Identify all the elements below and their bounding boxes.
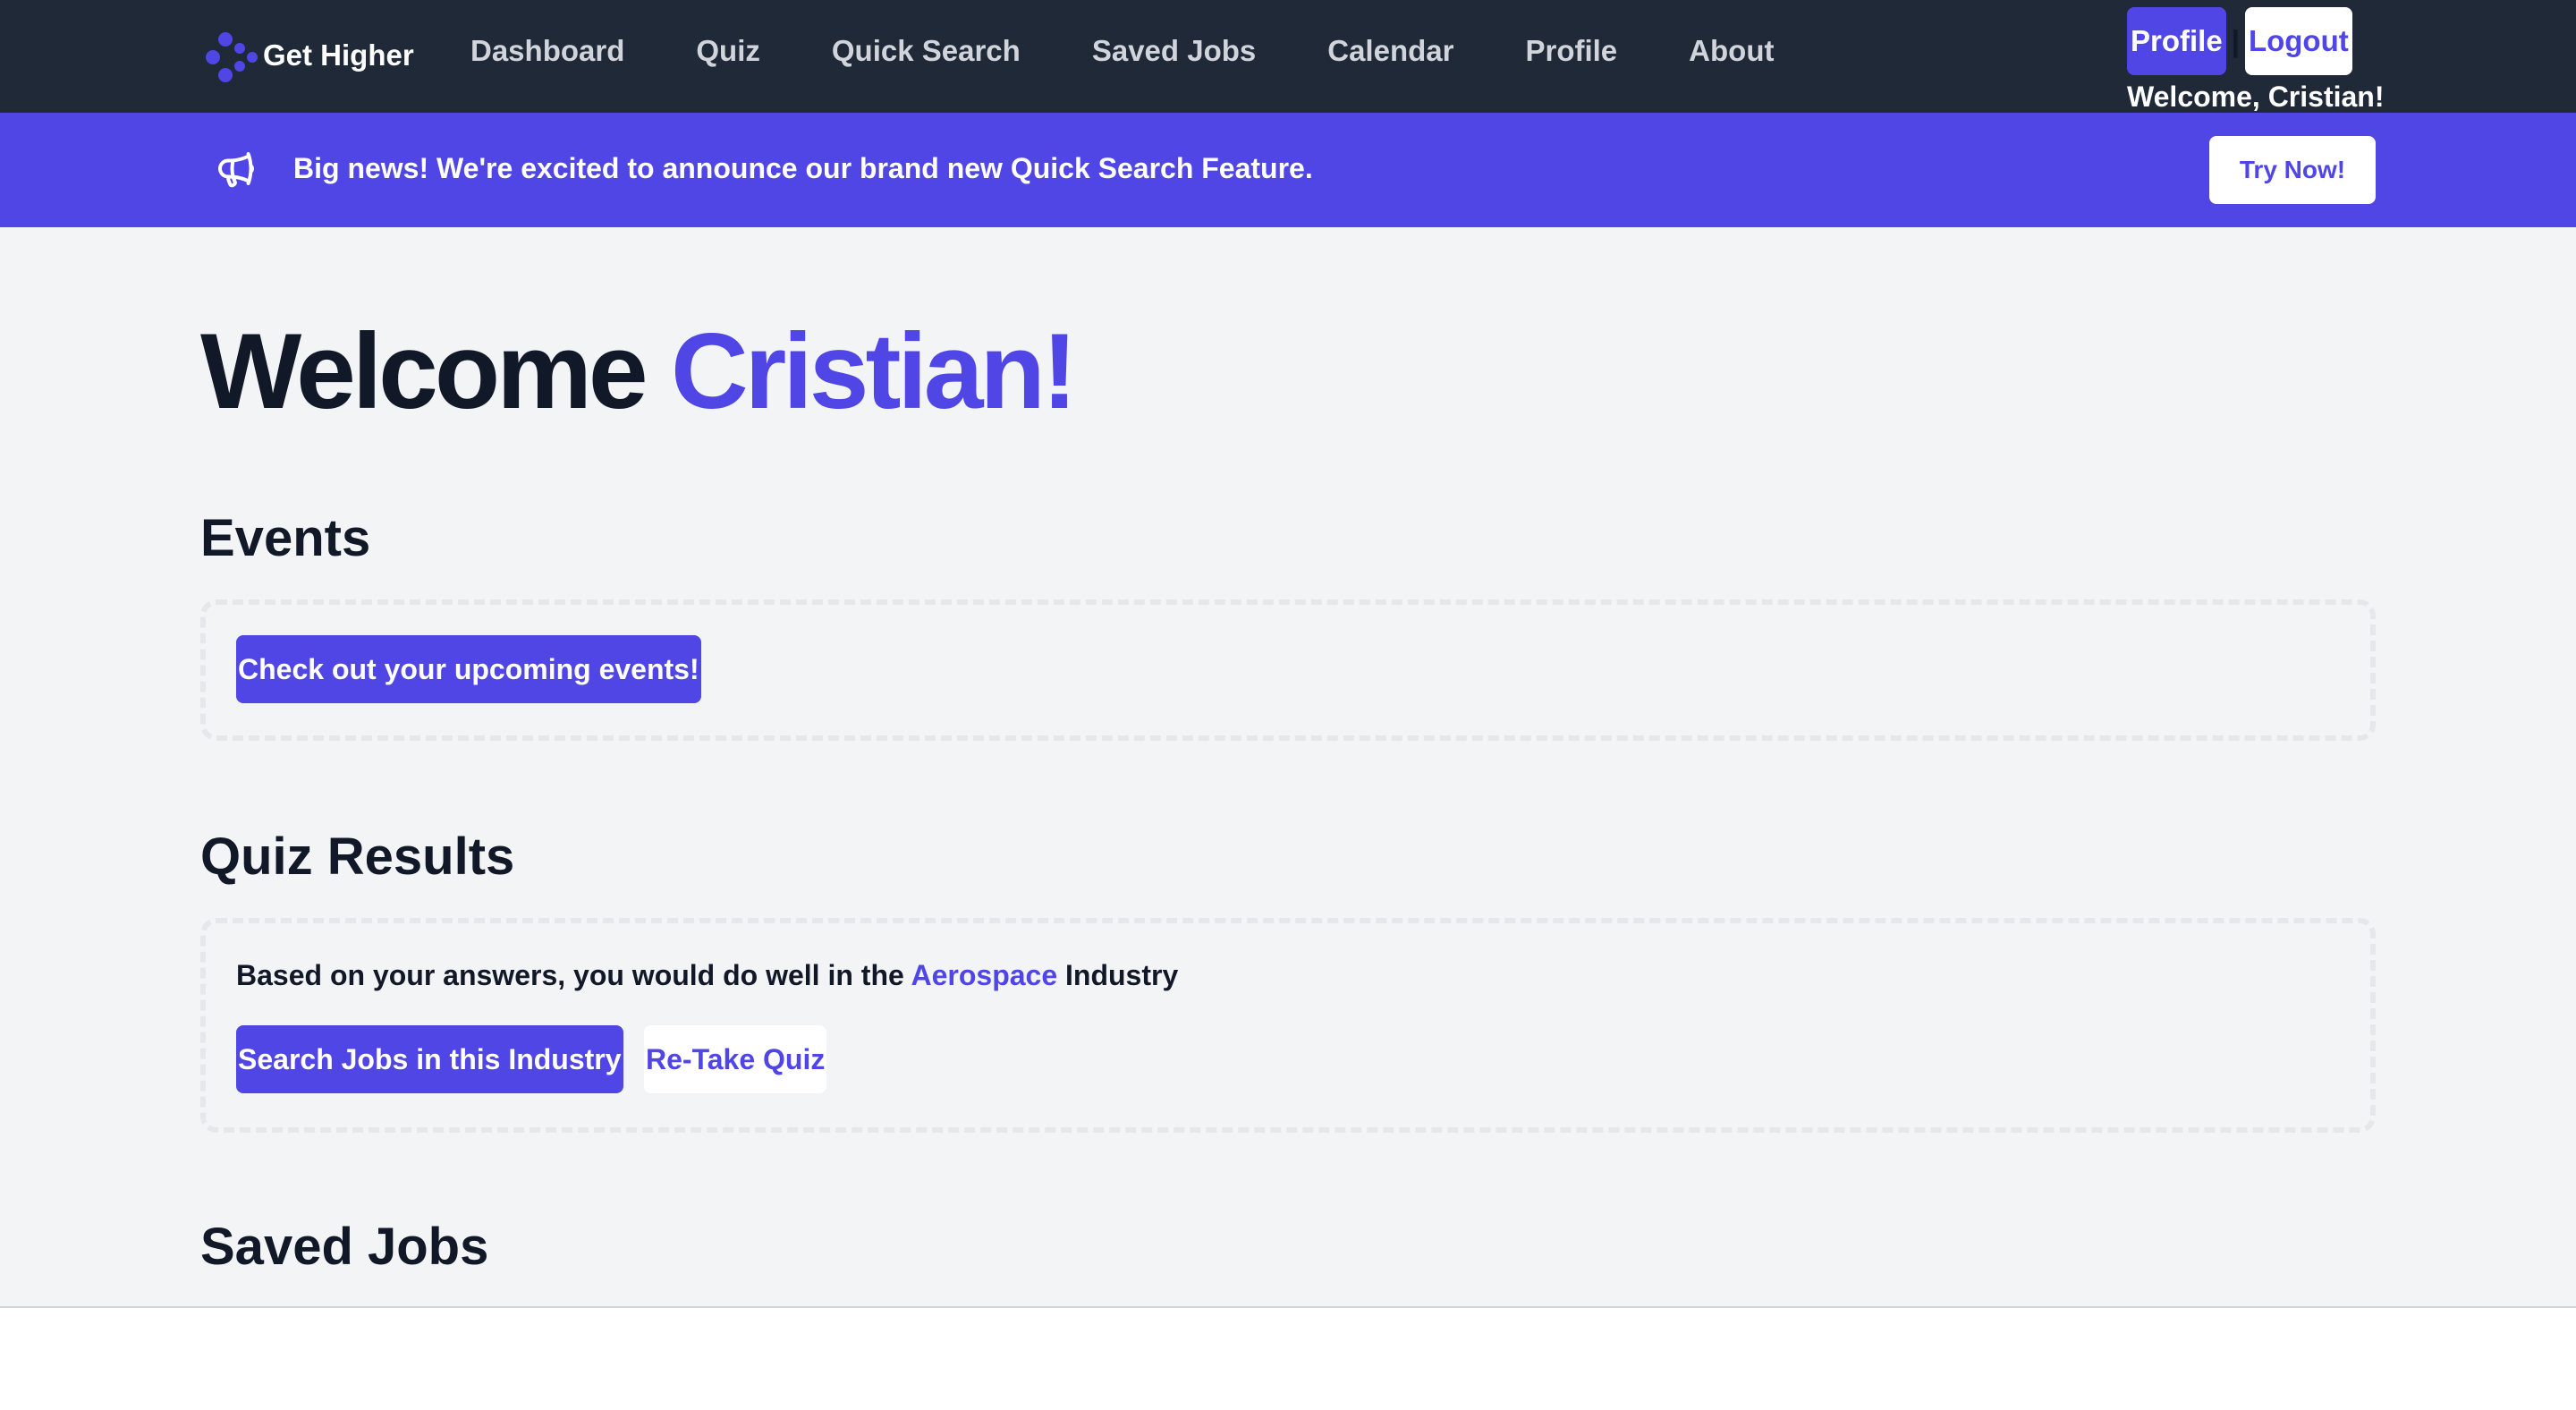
banner-message: Big news! We're excited to announce our …	[293, 152, 1313, 184]
brand[interactable]: Get Higher	[200, 27, 414, 84]
profile-button[interactable]: Profile	[2127, 7, 2226, 75]
megaphone-icon	[218, 152, 254, 188]
user-area: Profile | Logout Welcome, Cristian!	[2127, 7, 2395, 114]
nav-link-profile[interactable]: Profile	[1525, 34, 1617, 68]
quiz-industry: Aerospace	[911, 959, 1058, 991]
nav-link-about[interactable]: About	[1689, 34, 1774, 68]
retake-quiz-button[interactable]: Re-Take Quiz	[644, 1025, 827, 1093]
page-title: Welcome Cristian!	[200, 310, 1078, 433]
try-now-button[interactable]: Try Now!	[2209, 136, 2376, 204]
welcome-user-text: Welcome, Cristian!	[2127, 81, 2385, 113]
main-content: Welcome Cristian! Events Check out your …	[0, 227, 2576, 1308]
quiz-results-title: Quiz Results	[200, 828, 515, 886]
events-title: Events	[200, 509, 371, 567]
brand-logo-icon	[206, 32, 258, 82]
quiz-text-after: Industry	[1057, 959, 1179, 991]
announcement-banner: Big news! We're excited to announce our …	[0, 113, 2576, 227]
nav-link-calendar[interactable]: Calendar	[1327, 34, 1453, 68]
nav-link-quick-search[interactable]: Quick Search	[832, 34, 1021, 68]
page-title-prefix: Welcome	[200, 311, 648, 431]
nav-links: Dashboard Quiz Quick Search Saved Jobs C…	[470, 34, 1774, 68]
page-title-name: Cristian!	[671, 311, 1078, 431]
saved-jobs-title: Saved Jobs	[200, 1218, 489, 1276]
search-jobs-industry-button[interactable]: Search Jobs in this Industry	[236, 1025, 623, 1093]
top-navbar: Get Higher Dashboard Quiz Quick Search S…	[0, 0, 2576, 113]
logout-button[interactable]: Logout	[2244, 7, 2352, 75]
upcoming-events-button[interactable]: Check out your upcoming events!	[236, 635, 701, 703]
quiz-text-before: Based on your answers, you would do well…	[236, 959, 911, 991]
nav-link-quiz[interactable]: Quiz	[696, 34, 760, 68]
quiz-result-text: Based on your answers, you would do well…	[236, 959, 1178, 992]
brand-name: Get Higher	[263, 38, 414, 72]
nav-link-saved-jobs[interactable]: Saved Jobs	[1092, 34, 1256, 68]
nav-link-dashboard[interactable]: Dashboard	[470, 34, 624, 68]
user-buttons: Profile | Logout	[2127, 7, 2395, 75]
separator: |	[2231, 24, 2240, 57]
